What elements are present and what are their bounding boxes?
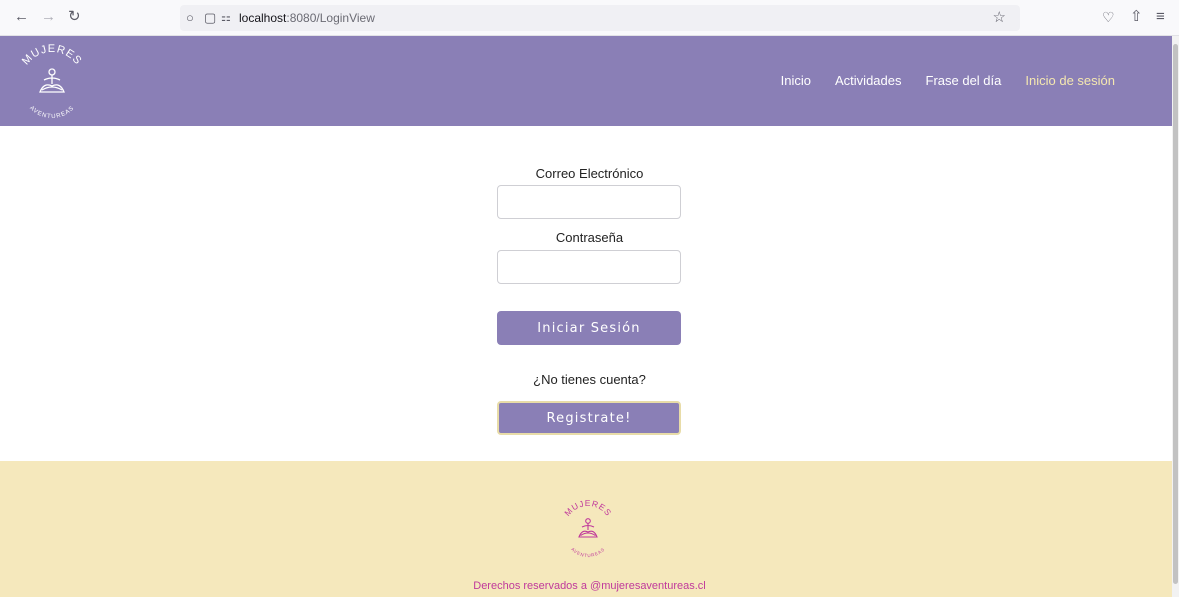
svg-text:MUJERES: MUJERES (20, 43, 84, 67)
nav-actividades[interactable]: Actividades (835, 73, 901, 89)
email-label: Correo Electrónico (535, 166, 644, 181)
login-form: Correo Electrónico Contraseña Iniciar Se… (0, 126, 1172, 461)
page-icon: ▢ (204, 10, 217, 25)
menu-icon[interactable]: ≡ (1156, 8, 1165, 26)
nav-inicio-de-sesion[interactable]: Inicio de sesión (1025, 73, 1115, 89)
site-footer: MUJERES AVENTUREAS Derechos reservados a… (0, 461, 1172, 597)
extensions-icon[interactable]: ⇧ (1130, 8, 1143, 26)
browser-toolbar: ← → ↻ ○ ▢ ⚏ localhost:8080/LoginView ☆ ♡… (0, 0, 1179, 36)
email-field[interactable] (497, 185, 681, 219)
svg-text:AVENTUREAS: AVENTUREAS (28, 105, 76, 120)
no-account-text: ¿No tienes cuenta? (533, 372, 646, 387)
address-bar[interactable]: ○ ▢ ⚏ localhost:8080/LoginView ☆ (180, 5, 1020, 31)
copyright-text: Derechos reservados a @mujeresaventureas… (473, 580, 706, 592)
nav-frase-del-dia[interactable]: Frase del día (926, 73, 1002, 89)
main-nav: Inicio Actividades Frase del día Inicio … (781, 73, 1115, 89)
login-button[interactable]: Iniciar Sesión (497, 311, 681, 345)
url-text[interactable]: localhost:8080/LoginView (239, 10, 375, 26)
back-arrow-icon[interactable]: ← (14, 8, 29, 26)
scrollbar-thumb[interactable] (1173, 44, 1178, 584)
forward-arrow-icon[interactable]: → (41, 8, 56, 26)
password-label: Contraseña (555, 230, 624, 245)
permissions-icon[interactable]: ⚏ (221, 9, 231, 27)
pocket-icon[interactable]: ♡ (1102, 8, 1115, 26)
footer-logo: MUJERES AVENTUREAS (562, 498, 614, 559)
page-scrollbar[interactable] (1172, 36, 1179, 597)
svg-text:MUJERES: MUJERES (562, 498, 614, 518)
shield-icon[interactable]: ○ (186, 9, 194, 27)
svg-text:AVENTUREAS: AVENTUREAS (570, 547, 606, 559)
site-header: MUJERES AVENTUREAS Inicio Actividades Fr… (0, 36, 1172, 126)
reload-icon[interactable]: ↻ (68, 8, 81, 26)
password-field[interactable] (497, 250, 681, 284)
bookmark-star-icon[interactable]: ☆ (993, 9, 1006, 27)
mujeres-aventureras-logo[interactable]: MUJERES AVENTUREAS (10, 40, 94, 124)
url-path: :8080/LoginView (286, 11, 375, 25)
register-button[interactable]: Registrate! (497, 401, 681, 435)
nav-inicio[interactable]: Inicio (781, 73, 811, 89)
url-host: localhost (239, 11, 287, 25)
